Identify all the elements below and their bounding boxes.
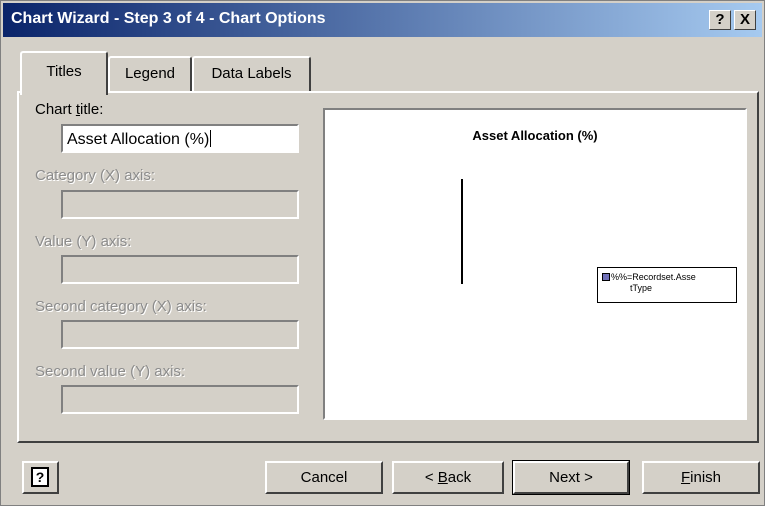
category-x-axis-input[interactable]: [61, 190, 299, 219]
second-category-x-axis-label: Second category (X) axis:: [35, 298, 207, 315]
chart-title-input[interactable]: Asset Allocation (%): [61, 124, 299, 153]
help-icon: ?: [31, 467, 49, 487]
preview-chart-title: Asset Allocation (%): [472, 128, 598, 143]
cancel-button[interactable]: Cancel: [265, 461, 383, 494]
legend-text-line1: %%=Recordset.Asse: [611, 272, 696, 282]
chart-preview: Asset Allocation (%) %%=Recordset.Asse t…: [323, 108, 747, 420]
legend-text-line2: tType: [630, 283, 653, 293]
legend-symbol: [602, 273, 610, 281]
window-title: Chart Wizard - Step 3 of 4 - Chart Optio…: [11, 10, 326, 27]
close-button[interactable]: X: [734, 10, 756, 30]
second-value-y-axis-label: Second value (Y) axis:: [35, 363, 186, 380]
chart-title-value: Asset Allocation (%): [67, 130, 212, 148]
help-question-button[interactable]: ?: [709, 10, 731, 30]
tab-legend[interactable]: Legend: [108, 56, 192, 92]
title-bar[interactable]: Chart Wizard - Step 3 of 4 - Chart Optio…: [3, 3, 762, 37]
tab-titles[interactable]: Titles: [20, 51, 108, 95]
preview-legend: %%=Recordset.Asse tType: [597, 267, 737, 303]
chart-title-label: Chart title:: [35, 101, 104, 118]
second-value-y-axis-input[interactable]: [61, 385, 299, 414]
next-button[interactable]: Next >: [512, 460, 630, 495]
value-y-axis-label: Value (Y) axis:: [35, 233, 132, 250]
chart-wizard-dialog: Chart Wizard - Step 3 of 4 - Chart Optio…: [0, 0, 765, 506]
preview-plot-line: [461, 179, 463, 284]
tab-data-labels[interactable]: Data Labels: [192, 56, 311, 92]
value-y-axis-input[interactable]: [61, 255, 299, 284]
finish-button[interactable]: Finish: [642, 461, 760, 494]
second-category-x-axis-input[interactable]: [61, 320, 299, 349]
help-button[interactable]: ?: [22, 461, 59, 494]
back-button[interactable]: < Back: [392, 461, 504, 494]
category-x-axis-label: Category (X) axis:: [35, 167, 156, 184]
